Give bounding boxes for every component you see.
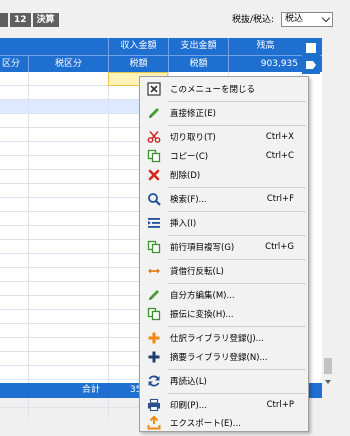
tax-mode-value: 税込 [285, 14, 304, 24]
menu-separator [168, 326, 306, 327]
search-icon [144, 189, 164, 209]
menu-separator [168, 393, 306, 394]
menu-item-cut[interactable]: 切り取り(T) Ctrl+X [142, 127, 306, 147]
header-balance-value: 903,935 [228, 56, 302, 73]
menu-label: 検索(F)... [170, 195, 207, 205]
vertical-scrollbar[interactable] [322, 38, 334, 398]
grid-settings-button[interactable] [302, 40, 320, 56]
menu-separator [168, 125, 306, 126]
menu-separator [168, 101, 306, 102]
menu-shortcut: Ctrl+G [265, 242, 294, 252]
pencil-icon [144, 103, 164, 123]
header-tax-amount-a[interactable]: 税額 [108, 56, 168, 73]
menu-label: 振伝に変換(H)... [170, 310, 234, 320]
grid-header-row-2: 区分 税区分 税額 税額 903,935 [0, 55, 322, 73]
menu-label: 切り取り(T) [170, 133, 216, 143]
menu-separator [168, 369, 306, 370]
menu-item-export[interactable]: エクスポート(E)... [142, 413, 306, 433]
header-tax-class-b[interactable]: 税区分 [28, 56, 108, 73]
menu-label: コピー(C) [170, 152, 209, 162]
menu-label: 仕訳ライブラリ登録(J)... [170, 334, 264, 344]
menu-item-copy-previous-row[interactable]: 前行項目複写(G) Ctrl+G [142, 237, 306, 257]
grid-header-row-1: 収入金額 支出金額 残高 [0, 38, 322, 55]
menu-separator [168, 283, 306, 284]
header-tax-amount-b[interactable]: 税額 [168, 56, 228, 73]
menu-item-delete[interactable]: 削除(D) [142, 165, 306, 185]
settings-box-icon [306, 43, 316, 53]
header-tax-class-a[interactable]: 区分 [0, 56, 28, 73]
menu-label: 貸借行反転(L) [170, 267, 224, 277]
tag-icon [306, 61, 316, 69]
menu-separator [168, 187, 306, 188]
copy-icon [144, 146, 164, 166]
menu-separator [168, 259, 306, 260]
menu-label: 前行項目複写(G) [170, 243, 235, 253]
menu-label: 摘要ライブラリ登録(N)... [170, 353, 268, 363]
refresh-icon [144, 371, 164, 391]
month-tabs: 12 決算 [0, 13, 61, 27]
menu-item-direct-edit[interactable]: 直接修正(E) [142, 103, 306, 123]
menu-label: 削除(D) [170, 171, 201, 181]
scissors-icon [144, 127, 164, 147]
app-window: 12 決算 税抜/税込: 税込 収入金額 支出金額 残高 区分 税区分 税額 税… [0, 0, 350, 436]
scroll-thumb[interactable] [324, 358, 332, 374]
menu-item-register-summary-library[interactable]: 摘要ライブラリ登録(N)... [142, 347, 306, 367]
total-label: 合計 [82, 385, 101, 395]
menu-label: エクスポート(E)... [170, 419, 241, 429]
scroll-down-arrow[interactable] [325, 380, 331, 384]
menu-label: 自分方編集(M)... [170, 291, 235, 301]
menu-item-convert-transfer[interactable]: 振伝に変換(H)... [142, 304, 306, 324]
chevron-down-icon [321, 13, 331, 23]
month-tab-prev[interactable] [0, 13, 8, 27]
delete-x-icon [144, 165, 164, 185]
top-bar: 12 決算 税抜/税込: 税込 [0, 0, 350, 34]
menu-shortcut: Ctrl+F [266, 194, 294, 204]
tax-mode-select[interactable]: 税込 [281, 12, 333, 27]
menu-item-insert[interactable]: 挿入(I) [142, 213, 306, 233]
menu-label: このメニューを閉じる [170, 85, 256, 95]
header-expense[interactable]: 支出金額 [168, 38, 228, 55]
month-tab-12[interactable]: 12 [10, 13, 31, 27]
menu-item-edit-counterpart[interactable]: 自分方編集(M)... [142, 285, 306, 305]
menu-label: 直接修正(E) [170, 109, 217, 119]
menu-item-reload[interactable]: 再読込(L) [142, 371, 306, 391]
tag-button[interactable] [302, 57, 320, 74]
copy-icon [144, 304, 164, 324]
menu-item-print[interactable]: 印刷(P)... Ctrl+P [142, 395, 306, 415]
header-income[interactable]: 収入金額 [108, 38, 168, 55]
menu-item-register-journal-library[interactable]: 仕訳ライブラリ登録(J)... [142, 328, 306, 348]
header-blank [0, 38, 108, 55]
insert-icon [144, 213, 164, 233]
header-balance[interactable]: 残高 [228, 38, 302, 55]
column-divider [28, 72, 29, 418]
pencil-icon [144, 285, 164, 305]
close-box-icon [144, 79, 164, 99]
menu-label: 印刷(P)... [170, 401, 207, 411]
menu-shortcut: Ctrl+X [265, 132, 294, 142]
menu-label: 再読込(L) [170, 377, 207, 387]
context-menu: このメニューを閉じる 直接修正(E) 切り取り(T) Ctrl+X コピー(C)… [139, 76, 309, 432]
menu-separator [168, 211, 306, 212]
menu-item-swap-debit-credit[interactable]: 貸借行反転(L) [142, 261, 306, 281]
menu-shortcut: Ctrl+C [265, 151, 294, 161]
menu-label: 挿入(I) [170, 219, 197, 229]
print-icon [144, 395, 164, 415]
swap-arrows-icon [144, 261, 164, 281]
tax-mode-label: 税抜/税込: [232, 15, 275, 25]
menu-item-close-menu[interactable]: このメニューを閉じる [142, 79, 306, 99]
menu-separator [168, 235, 306, 236]
plus-orange-icon [144, 328, 164, 348]
menu-shortcut: Ctrl+P [266, 400, 294, 410]
column-divider [108, 72, 109, 418]
menu-item-search[interactable]: 検索(F)... Ctrl+F [142, 189, 306, 209]
month-tab-closing[interactable]: 決算 [32, 13, 59, 27]
export-icon [144, 413, 164, 433]
menu-item-copy[interactable]: コピー(C) Ctrl+C [142, 146, 306, 166]
plus-navy-icon [144, 347, 164, 367]
copy-icon [144, 237, 164, 257]
